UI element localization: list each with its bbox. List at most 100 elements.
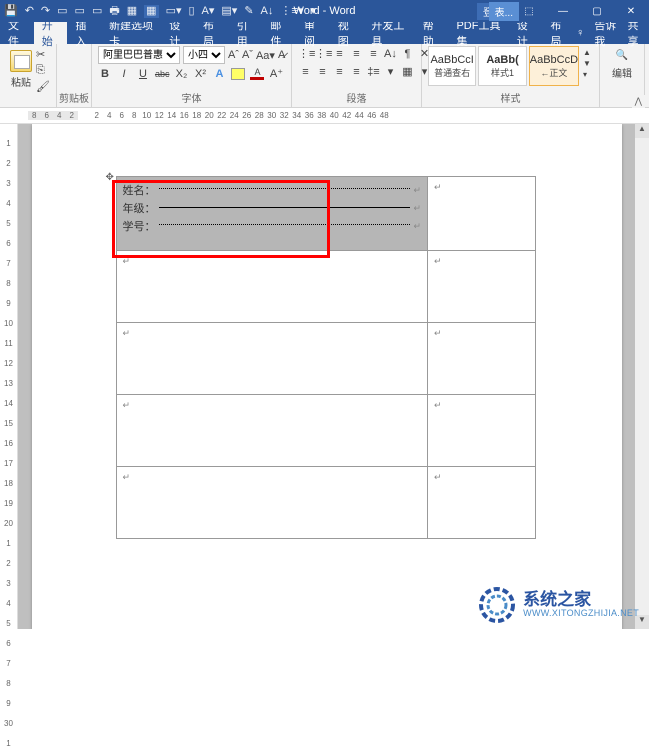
- horizontal-ruler[interactable]: 8642246810121416182022242628303234363840…: [0, 108, 649, 124]
- table-cell[interactable]: ↵: [116, 395, 428, 467]
- table-anchor-icon[interactable]: ✥: [106, 172, 114, 183]
- align-center-icon[interactable]: ≡: [315, 64, 330, 80]
- a1-icon[interactable]: A▾: [202, 6, 215, 17]
- font-size-select[interactable]: 小四: [183, 46, 225, 64]
- table-cell[interactable]: ↵: [428, 467, 536, 539]
- tab-table-layout[interactable]: 布局: [542, 22, 576, 44]
- cut-icon[interactable]: ✂: [36, 48, 50, 61]
- m1-icon[interactable]: ▭▾: [166, 6, 182, 17]
- tab-help[interactable]: 帮助: [415, 22, 449, 44]
- tab-file[interactable]: 文件: [0, 22, 34, 44]
- ruler-icon[interactable]: A↓: [261, 6, 274, 17]
- tab-custom[interactable]: 新建选项卡: [101, 22, 161, 44]
- tab-home[interactable]: 开始: [34, 22, 68, 44]
- a2-icon[interactable]: ▤▾: [221, 6, 237, 17]
- justify-icon[interactable]: ≡: [349, 64, 364, 80]
- tab-insert[interactable]: 插入: [67, 22, 101, 44]
- font-family-select[interactable]: 阿里巴巴普惠: [98, 46, 180, 64]
- mode-icon[interactable]: ▦: [144, 5, 158, 18]
- inc-indent-icon[interactable]: ≡: [366, 46, 381, 62]
- table-cell[interactable]: ↵: [428, 395, 536, 467]
- collapse-ribbon-icon[interactable]: ⋀: [632, 95, 645, 108]
- ribbon-options-icon[interactable]: ⬚: [515, 6, 543, 17]
- table-cell[interactable]: ↵: [428, 251, 536, 323]
- group-paragraph: ⋮≡ ⋮≡ ≡ ≡ ≡ A↓ ¶ ✕ ≡ ≡ ≡ ≡ ‡≡ ▾ ▦ ▾ 段落: [292, 44, 422, 107]
- copy-icon[interactable]: ⎘: [36, 64, 50, 77]
- open-icon[interactable]: ▭: [75, 6, 85, 17]
- change-case-icon[interactable]: Aa▾: [256, 49, 275, 62]
- document-table[interactable]: 姓名：↵ 年级：↵ 学号：↵ ↵ ↵↵ ↵↵ ↵↵ ↵↵: [116, 176, 536, 539]
- save-icon[interactable]: 💾: [4, 6, 18, 17]
- dec-indent-icon[interactable]: ≡: [349, 46, 364, 62]
- table-cell[interactable]: ↵: [116, 323, 428, 395]
- tab-pdf[interactable]: PDF工具集: [448, 22, 508, 44]
- tab-mailings[interactable]: 邮件: [262, 22, 296, 44]
- redo-icon[interactable]: ↷: [41, 6, 50, 17]
- table-cell[interactable]: ↵: [116, 251, 428, 323]
- show-marks-icon[interactable]: ¶: [400, 46, 415, 62]
- line-spacing-icon[interactable]: ‡≡: [366, 64, 381, 80]
- table-cell[interactable]: ↵: [116, 467, 428, 539]
- table-tools-tab[interactable]: 表...: [489, 2, 519, 21]
- table-cell[interactable]: ↵: [428, 323, 536, 395]
- tab-references[interactable]: 引用: [229, 22, 263, 44]
- numbering-icon[interactable]: ⋮≡: [315, 46, 330, 62]
- bullets-icon[interactable]: ⋮≡: [298, 46, 313, 62]
- sort-icon[interactable]: A↓: [383, 46, 398, 62]
- new-icon[interactable]: ▭: [57, 6, 67, 17]
- style-item-3[interactable]: AaBbCcD ←正文: [529, 46, 579, 86]
- strike-button[interactable]: abc: [155, 69, 170, 79]
- tab-layout[interactable]: 布局: [195, 22, 229, 44]
- doc-icon[interactable]: ▭: [92, 6, 102, 17]
- underline-button[interactable]: U: [136, 68, 150, 80]
- style-item-2[interactable]: AaBb( 样式1: [478, 46, 526, 86]
- shrink-font-icon[interactable]: Aˇ: [242, 49, 253, 62]
- subscript-button[interactable]: X₂: [174, 68, 188, 80]
- close-icon[interactable]: ✕: [617, 6, 645, 17]
- styles-more-icon[interactable]: ▾: [583, 70, 591, 79]
- shading-icon[interactable]: ▾: [383, 64, 398, 80]
- vertical-ruler[interactable]: 1234567891011121314151617181920123456789…: [0, 124, 18, 629]
- styles-up-icon[interactable]: ▲: [583, 48, 591, 57]
- font-group-label: 字体: [98, 90, 285, 105]
- clear-format-icon[interactable]: A̷: [278, 49, 285, 62]
- style-item-1[interactable]: AaBbCcI 普通查右: [428, 46, 476, 86]
- tab-table-design[interactable]: 设计: [509, 22, 543, 44]
- tell-me-icon[interactable]: ♀: [576, 27, 584, 39]
- grow-font-icon[interactable]: Aˆ: [228, 49, 239, 62]
- tab-review[interactable]: 审阅: [296, 22, 330, 44]
- m2-icon[interactable]: ▯: [188, 6, 194, 17]
- page-area[interactable]: ✥ 姓名：↵ 年级：↵ 学号：↵ ↵ ↵↵ ↵↵ ↵↵ ↵↵: [18, 124, 635, 629]
- paste-button[interactable]: 粘贴: [6, 46, 36, 105]
- align-right-icon[interactable]: ≡: [332, 64, 347, 80]
- align-left-icon[interactable]: ≡: [298, 64, 313, 80]
- undo-icon[interactable]: ↶: [25, 6, 34, 17]
- styles-down-icon[interactable]: ▼: [583, 59, 591, 68]
- text-effects-icon[interactable]: A: [212, 68, 226, 80]
- multilevel-icon[interactable]: ≡: [332, 46, 347, 62]
- minimize-icon[interactable]: —: [549, 6, 577, 17]
- highlight-icon[interactable]: [231, 68, 245, 80]
- table-cell[interactable]: ↵: [428, 177, 536, 251]
- font-color-icon[interactable]: A: [250, 68, 264, 80]
- input-dots: [159, 224, 411, 225]
- preview-icon[interactable]: ▦: [127, 6, 137, 17]
- phonetic-icon[interactable]: A⁺: [269, 67, 283, 80]
- borders-icon[interactable]: ▦: [400, 64, 415, 80]
- format-painter-icon[interactable]: 🖌: [36, 80, 50, 93]
- tab-design[interactable]: 设计: [161, 22, 195, 44]
- a3-icon[interactable]: ✎: [244, 6, 253, 17]
- tab-view[interactable]: 视图: [330, 22, 364, 44]
- vertical-scrollbar[interactable]: ▲ ▼: [635, 124, 649, 629]
- tab-developer[interactable]: 开发工具: [363, 22, 414, 44]
- watermark-url: WWW.XITONGZHIJIA.NET: [523, 609, 639, 619]
- table-cell[interactable]: 姓名：↵ 年级：↵ 学号：↵: [116, 177, 428, 251]
- paste-icon: [10, 50, 32, 72]
- bold-button[interactable]: B: [98, 68, 112, 80]
- find-icon[interactable]: 🔍: [616, 50, 628, 61]
- maximize-icon[interactable]: ▢: [583, 6, 611, 17]
- scroll-up-icon[interactable]: ▲: [635, 124, 649, 138]
- superscript-button[interactable]: X²: [193, 68, 207, 80]
- print-icon[interactable]: 🖶: [109, 6, 119, 17]
- italic-button[interactable]: I: [117, 68, 131, 80]
